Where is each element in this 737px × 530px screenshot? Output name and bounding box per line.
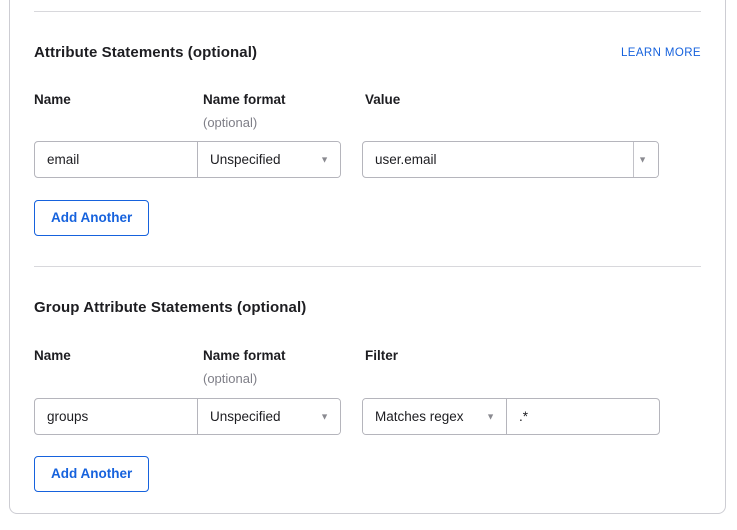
group-filter-type-value: Matches regex	[375, 409, 464, 424]
group-name-format-value: Unspecified	[210, 409, 281, 424]
column-label-name: Name	[34, 92, 203, 108]
attribute-columns-row: Name Name format Value	[34, 92, 701, 108]
chevron-down-icon: ▼	[486, 412, 495, 421]
chevron-down-icon: ▼	[638, 155, 647, 164]
name-format-optional-note: (optional)	[203, 372, 365, 386]
group-name-format-select[interactable]: Unspecified ▼	[197, 399, 340, 434]
section-divider	[34, 266, 701, 267]
column-label-name-format: Name format	[203, 92, 365, 108]
chevron-down-icon: ▼	[320, 412, 329, 421]
column-label-value: Value	[365, 92, 701, 108]
column-label-name: Name	[34, 348, 203, 364]
learn-more-link[interactable]: LEARN MORE	[621, 46, 701, 60]
attr-value-dropdown-button[interactable]: ▼	[633, 142, 658, 177]
group-attribute-optional-row: (optional)	[34, 372, 701, 386]
attr-name-format-value: Unspecified	[210, 152, 281, 167]
attr-value-combo: ▼	[362, 141, 659, 178]
column-gap	[341, 398, 362, 435]
group-filter-group: Matches regex ▼	[362, 398, 660, 435]
column-label-filter: Filter	[365, 348, 701, 364]
group-attribute-statement-row: Unspecified ▼ Matches regex ▼	[34, 398, 701, 435]
attribute-optional-row: (optional)	[34, 116, 701, 130]
attr-name-and-format-group: Unspecified ▼	[34, 141, 341, 178]
attribute-statements-header: Attribute Statements (optional) LEARN MO…	[34, 43, 701, 63]
group-attribute-statements-header: Group Attribute Statements (optional)	[34, 298, 701, 318]
group-filter-value-input[interactable]	[507, 399, 660, 434]
saml-settings-panel: Attribute Statements (optional) LEARN MO…	[9, 0, 726, 514]
attr-value-input[interactable]	[363, 142, 633, 177]
group-name-input[interactable]	[35, 399, 197, 434]
chevron-down-icon: ▼	[320, 155, 329, 164]
column-label-name-format: Name format	[203, 348, 365, 364]
attribute-statement-row: Unspecified ▼ ▼	[34, 141, 701, 178]
add-another-attribute-button[interactable]: Add Another	[34, 200, 149, 236]
attr-name-format-select[interactable]: Unspecified ▼	[197, 142, 340, 177]
attr-name-input[interactable]	[35, 142, 197, 177]
group-name-and-format-group: Unspecified ▼	[34, 398, 341, 435]
section-title-group-attribute-statements: Group Attribute Statements (optional)	[34, 298, 306, 318]
add-another-group-attribute-button[interactable]: Add Another	[34, 456, 149, 492]
column-gap	[341, 141, 362, 178]
group-attribute-columns-row: Name Name format Filter	[34, 348, 701, 364]
name-format-optional-note: (optional)	[203, 116, 365, 130]
top-divider	[34, 11, 701, 12]
section-title-attribute-statements: Attribute Statements (optional)	[34, 43, 257, 63]
group-filter-type-select[interactable]: Matches regex ▼	[363, 399, 507, 434]
